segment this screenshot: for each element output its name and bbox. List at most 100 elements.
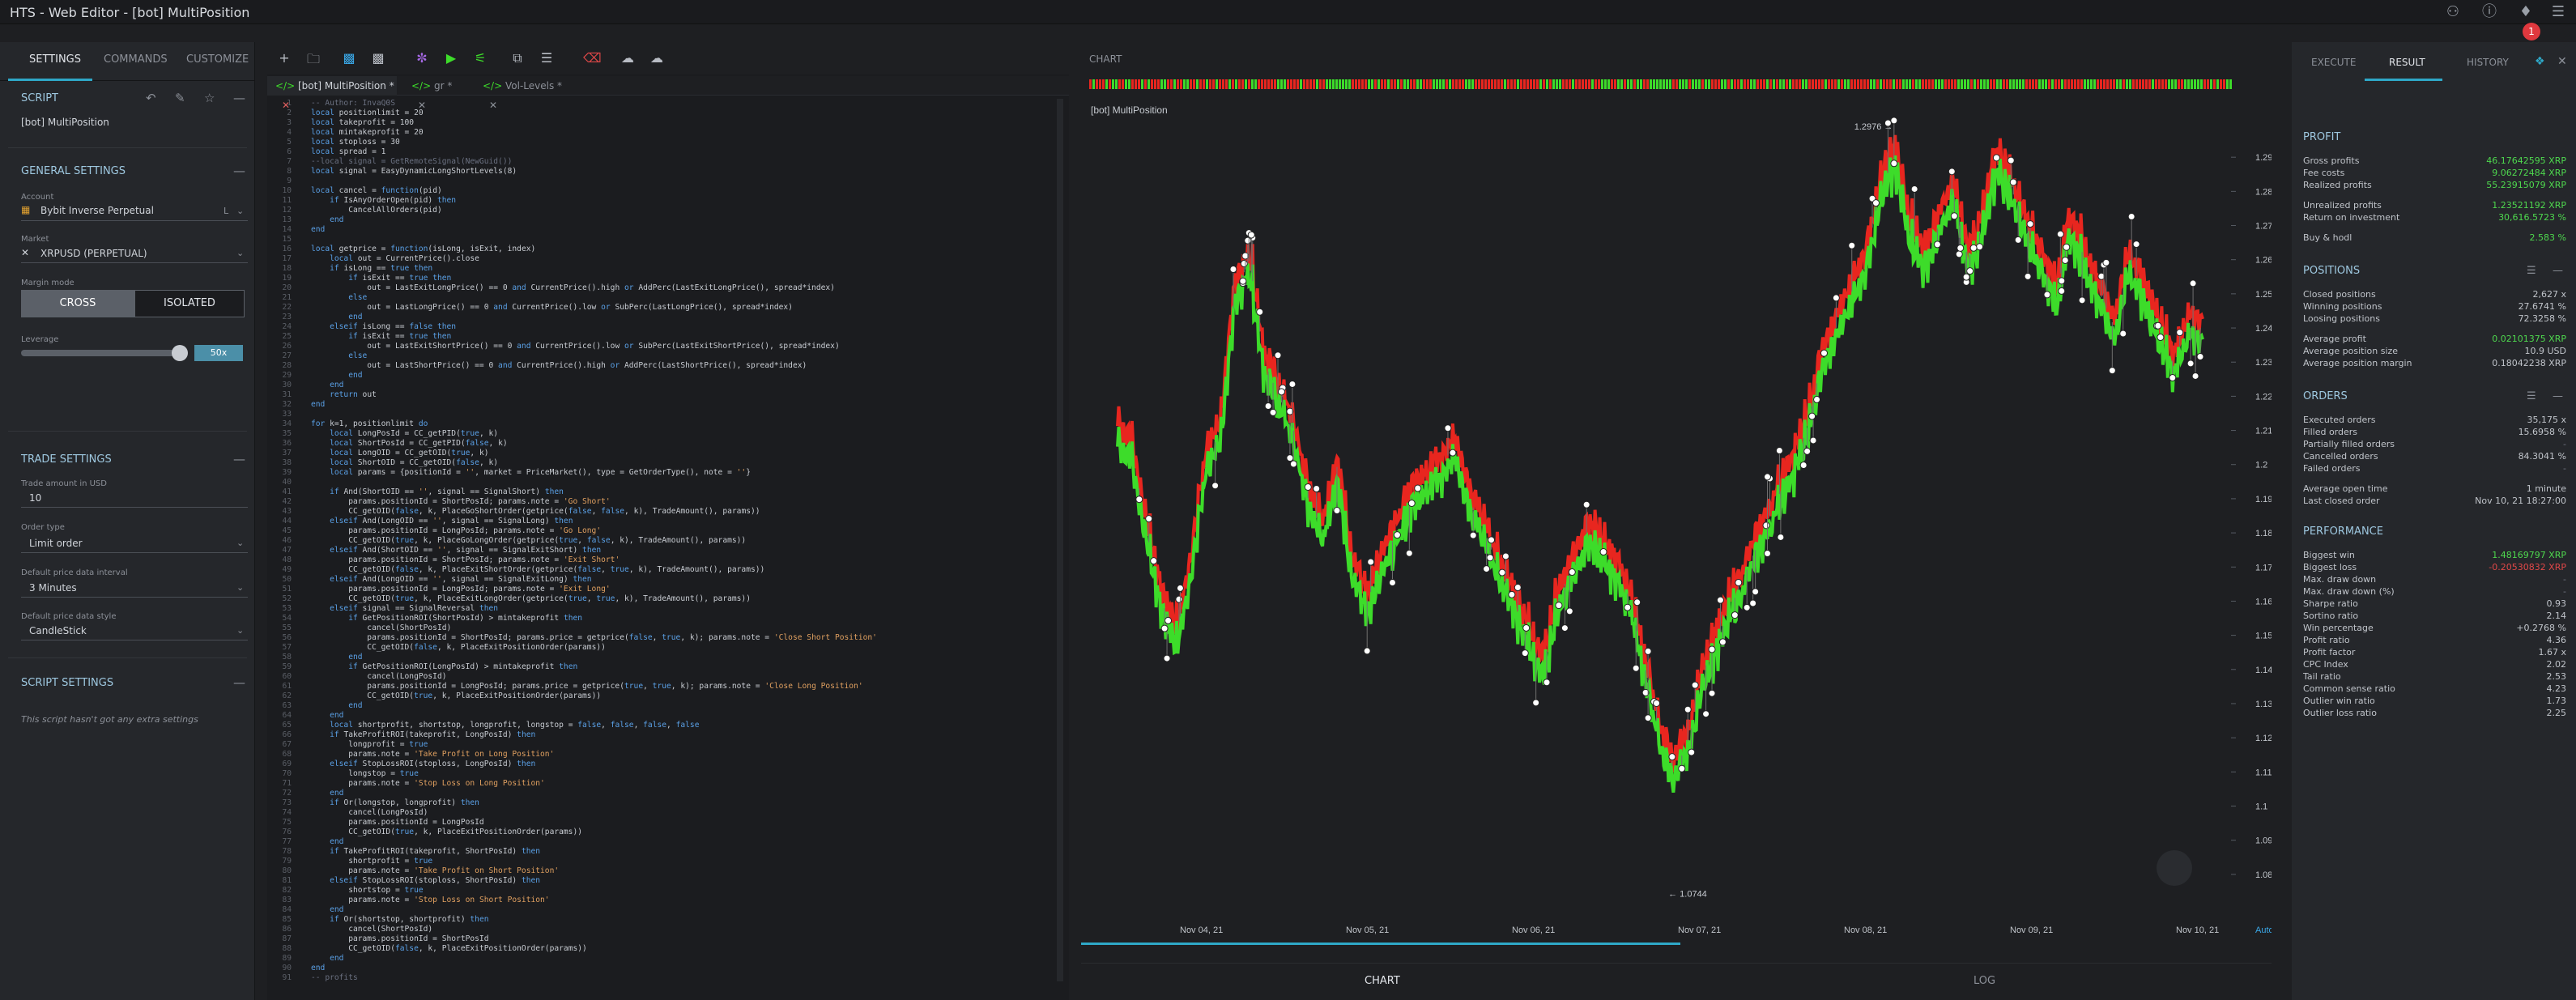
chevron-down-icon[interactable]: ⌄ <box>236 582 244 593</box>
order-marker[interactable] <box>2043 291 2051 299</box>
order-marker[interactable] <box>2157 334 2165 342</box>
order-marker[interactable] <box>2026 220 2034 228</box>
order-marker[interactable] <box>1163 654 1171 662</box>
order-marker[interactable] <box>1956 244 1965 252</box>
order-marker[interactable] <box>1486 554 1494 562</box>
order-marker[interactable] <box>1976 243 1984 251</box>
help-icon[interactable]: ⓘ <box>2480 3 2498 21</box>
order-marker[interactable] <box>1240 259 1248 267</box>
users-icon[interactable]: ⚇ <box>2444 3 2462 21</box>
order-marker[interactable] <box>1890 160 1898 168</box>
order-marker[interactable] <box>2056 230 2064 238</box>
order-marker[interactable] <box>1277 388 1285 396</box>
order-marker[interactable] <box>1803 447 1812 455</box>
order-marker[interactable] <box>1555 602 1563 610</box>
list-icon[interactable]: ☰ <box>538 50 556 66</box>
order-marker[interactable] <box>1708 645 1716 653</box>
order-type-select[interactable]: Limit order <box>29 538 83 549</box>
order-marker[interactable] <box>2078 296 2086 304</box>
order-marker[interactable] <box>2119 330 2127 338</box>
save-as-icon[interactable]: ▩ <box>369 50 387 66</box>
folder-icon[interactable]: 🗀 <box>304 50 322 72</box>
cloud-download-icon[interactable]: ☁ <box>648 50 666 66</box>
order-marker[interactable] <box>1743 603 1751 611</box>
order-marker[interactable] <box>1264 402 1272 411</box>
order-marker[interactable] <box>1244 236 1252 245</box>
order-marker[interactable] <box>1809 436 1817 445</box>
order-marker[interactable] <box>1561 624 1569 632</box>
order-marker[interactable] <box>1135 496 1143 504</box>
auto-scale-button[interactable]: Auto <box>2255 926 2272 935</box>
order-marker[interactable] <box>2024 272 2032 280</box>
tab-chart[interactable]: CHART <box>1365 975 1400 987</box>
order-marker[interactable] <box>1256 308 1264 316</box>
order-marker[interactable] <box>1565 607 1573 615</box>
menu-icon[interactable]: ☰ <box>2549 3 2567 21</box>
order-marker[interactable] <box>1718 638 1727 646</box>
order-marker[interactable] <box>1393 531 1401 539</box>
order-marker[interactable] <box>1799 461 1807 469</box>
order-marker[interactable] <box>1414 484 1422 492</box>
trade-amount-input[interactable]: 10 <box>29 492 41 504</box>
order-marker[interactable] <box>1992 154 2000 162</box>
chart-scrollbar[interactable] <box>1081 943 1680 945</box>
order-marker[interactable] <box>1813 395 1821 403</box>
bell-icon[interactable]: ♦ <box>2517 3 2535 21</box>
order-marker[interactable] <box>1762 521 1770 530</box>
order-marker[interactable] <box>1522 623 1531 632</box>
order-marker[interactable] <box>2191 372 2199 380</box>
market-select[interactable]: XRPUSD (PERPETUAL) <box>40 248 147 259</box>
order-marker[interactable] <box>1691 681 1699 689</box>
order-marker[interactable] <box>2063 243 2071 251</box>
order-marker[interactable] <box>1702 710 1710 718</box>
order-marker[interactable] <box>2132 240 2140 249</box>
isolated-button[interactable]: ISOLATED <box>134 290 245 317</box>
order-marker[interactable] <box>2189 279 2197 287</box>
save-icon[interactable]: ▩ <box>340 50 358 66</box>
chevron-down-icon[interactable]: ⌄ <box>236 206 244 216</box>
order-marker[interactable] <box>1832 294 1840 302</box>
order-marker[interactable] <box>2108 367 2116 375</box>
file-tab-vol-levels[interactable]: </> Vol-Levels * ✕ <box>475 76 578 111</box>
order-marker[interactable] <box>1229 266 1237 274</box>
order-marker[interactable] <box>1749 599 1757 607</box>
order-marker[interactable] <box>1367 558 1375 566</box>
order-marker[interactable] <box>1582 500 1590 509</box>
order-marker[interactable] <box>1514 584 1522 592</box>
order-marker[interactable] <box>1145 515 1153 523</box>
order-marker[interactable] <box>1644 714 1652 722</box>
run-icon[interactable]: ▶ <box>442 50 460 66</box>
order-marker[interactable] <box>2009 178 2017 186</box>
collapse-icon[interactable]: — <box>233 164 245 178</box>
order-marker[interactable] <box>1469 531 1477 539</box>
order-marker[interactable] <box>1777 533 1785 541</box>
order-marker[interactable] <box>2186 360 2195 368</box>
order-marker[interactable] <box>1333 507 1341 515</box>
order-marker[interactable] <box>2058 287 2066 295</box>
order-marker[interactable] <box>1684 705 1692 713</box>
order-marker[interactable] <box>2007 156 2015 164</box>
order-marker[interactable] <box>1388 578 1396 586</box>
style-select[interactable]: CandleStick <box>29 625 87 636</box>
order-marker[interactable] <box>1286 454 1294 462</box>
backtest-icon[interactable]: ⚟ <box>471 50 489 66</box>
order-marker[interactable] <box>2169 374 2177 382</box>
collapse-icon[interactable]: — <box>233 452 245 466</box>
order-marker[interactable] <box>1653 699 1661 707</box>
order-marker[interactable] <box>2176 329 2184 337</box>
leverage-slider[interactable] <box>21 350 187 356</box>
order-marker[interactable] <box>1483 565 1491 573</box>
tab-settings[interactable]: SETTINGS <box>29 53 81 66</box>
order-marker[interactable] <box>2196 352 2204 360</box>
order-marker[interactable] <box>1150 557 1158 565</box>
order-marker[interactable] <box>2058 277 2066 285</box>
order-marker[interactable] <box>1962 273 1970 281</box>
order-marker[interactable] <box>1304 483 1312 491</box>
interval-select[interactable]: 3 Minutes <box>29 582 77 594</box>
price-chart[interactable]: [bot] MultiPosition 1.29 1.28 1.27 1.26 1.25 1… <box>1081 74 2272 963</box>
order-marker[interactable] <box>1449 449 1457 457</box>
order-marker[interactable] <box>1289 460 1297 468</box>
tab-commands[interactable]: COMMANDS <box>104 53 168 66</box>
order-marker[interactable] <box>1910 185 1918 193</box>
order-marker[interactable] <box>1247 231 1255 239</box>
